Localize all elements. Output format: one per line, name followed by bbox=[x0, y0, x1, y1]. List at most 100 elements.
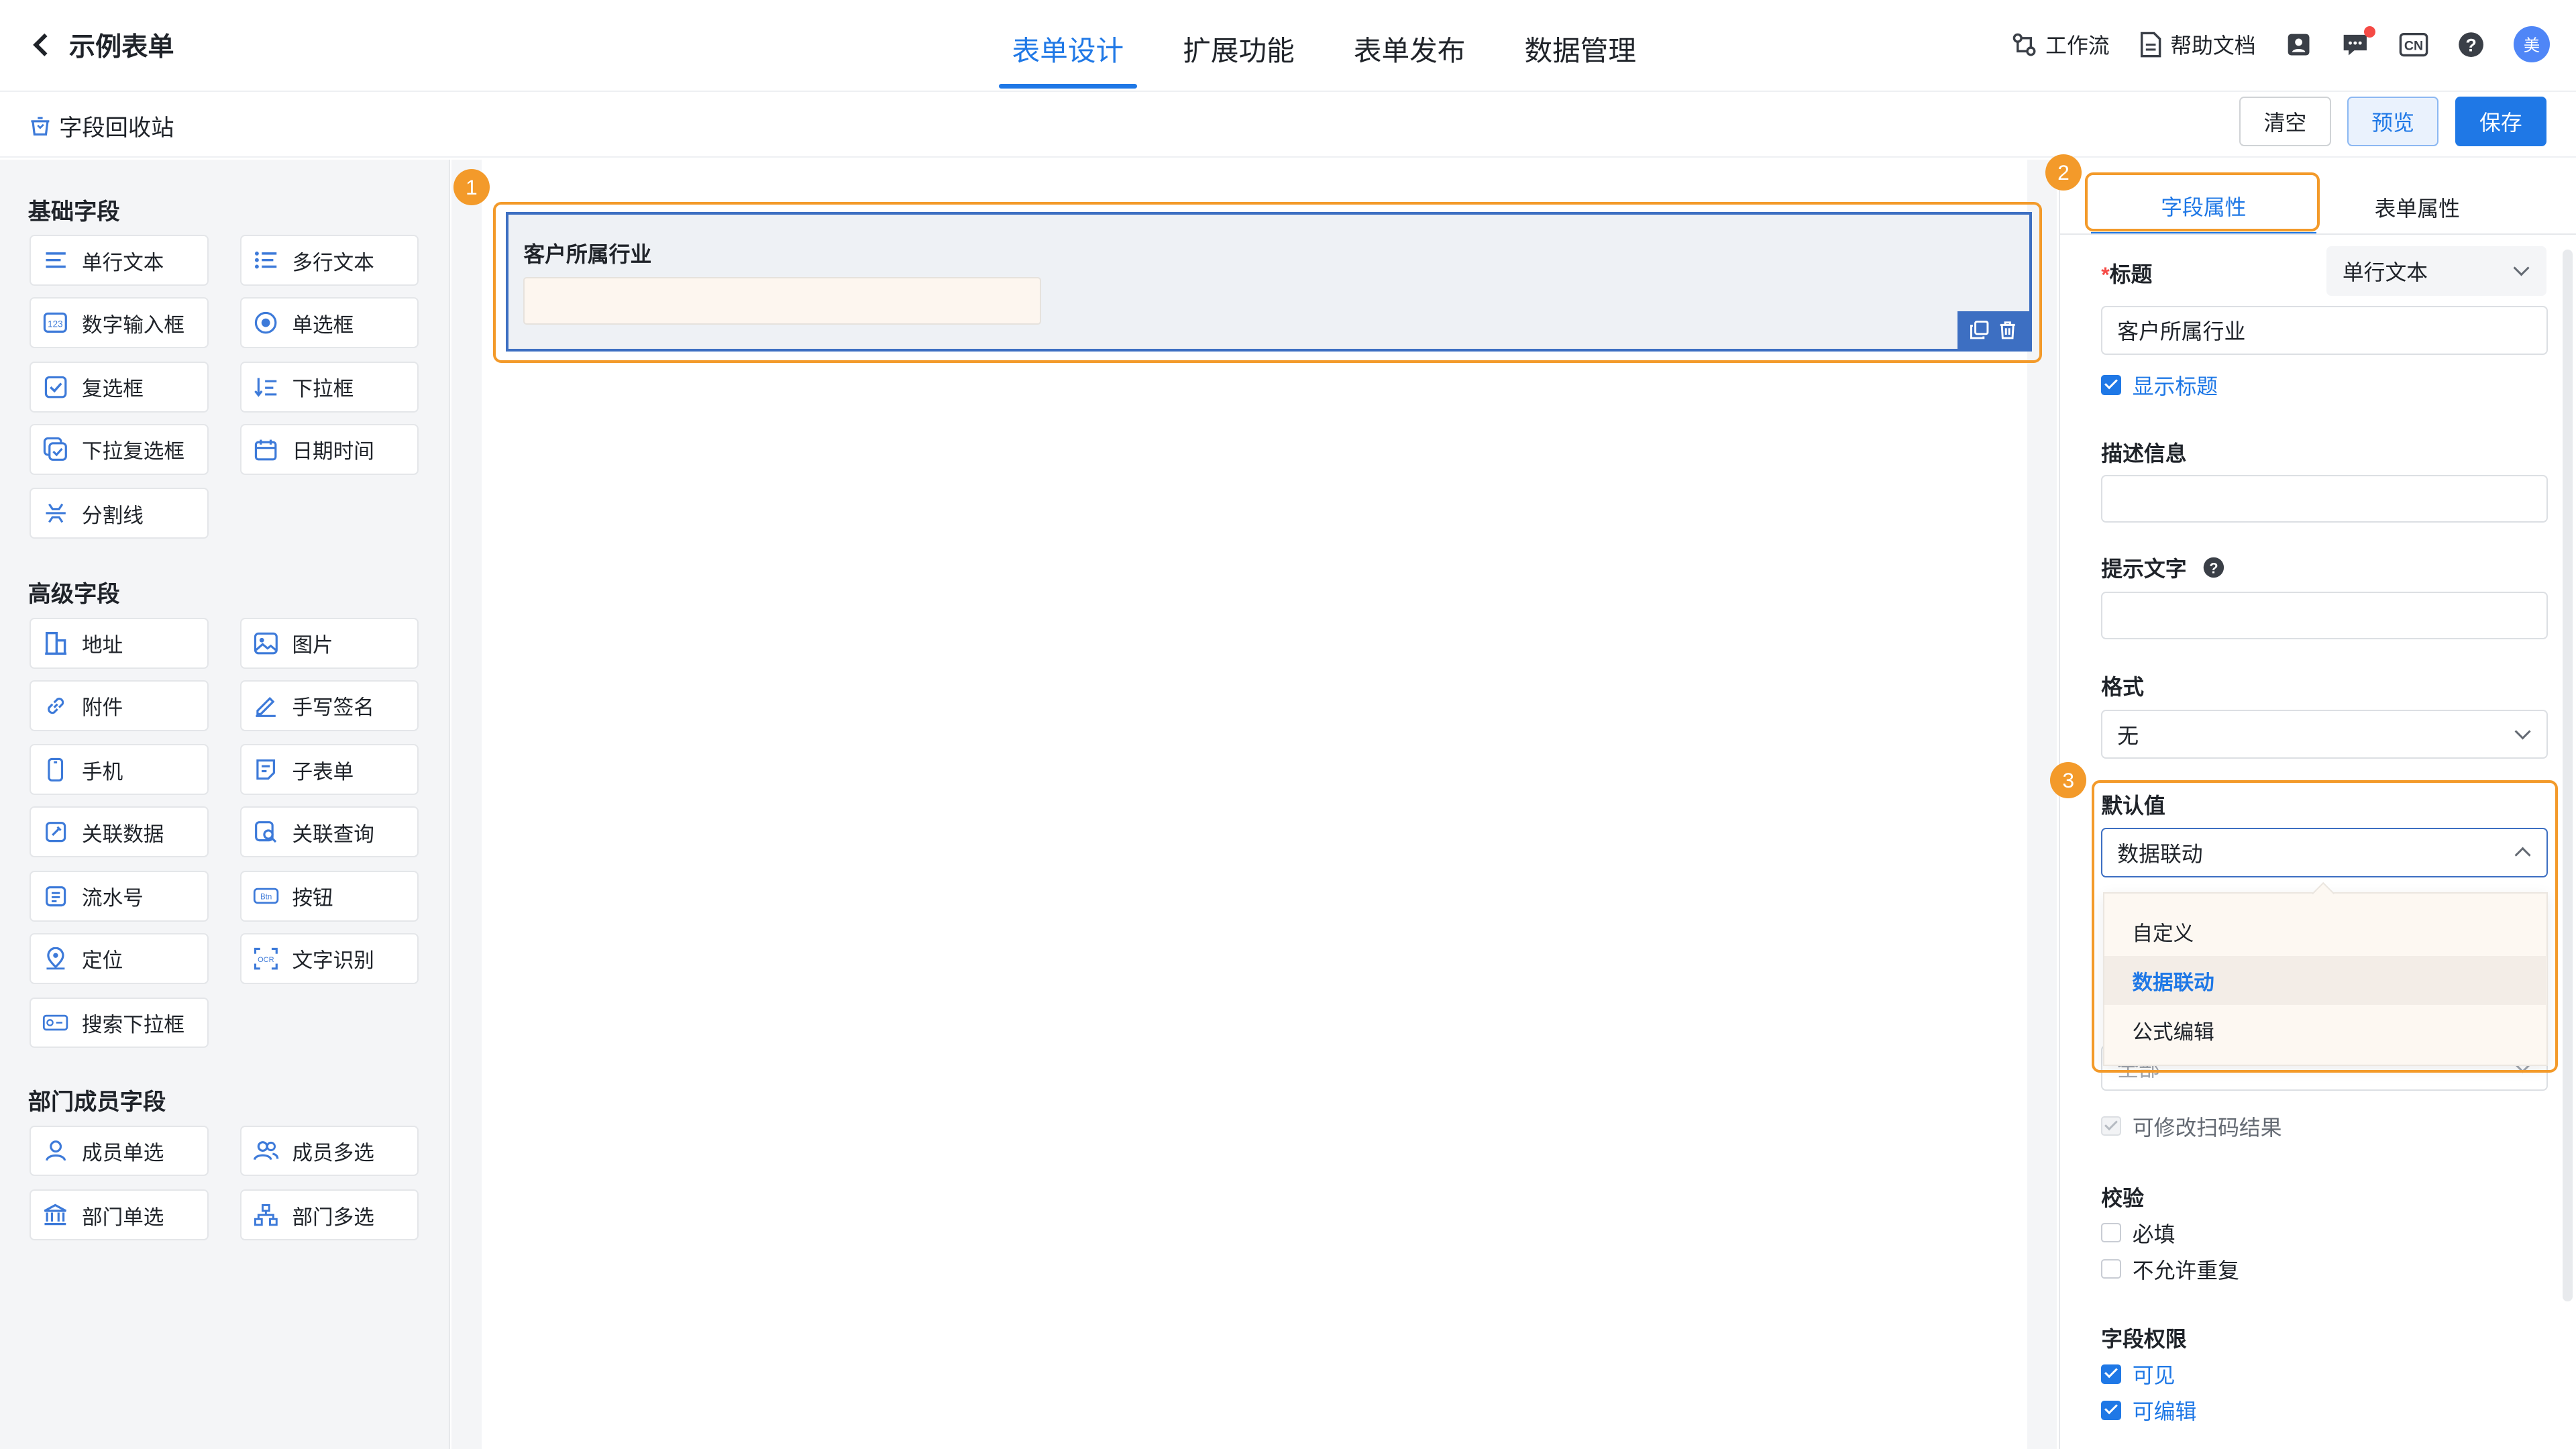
field-label: 文字识别 bbox=[292, 949, 374, 973]
tab-form-properties[interactable]: 表单属性 bbox=[2306, 179, 2528, 235]
language-icon[interactable]: CN bbox=[2399, 32, 2428, 58]
field-single-line-text[interactable]: 单行文本 bbox=[30, 235, 209, 286]
field-attachment[interactable]: 附件 bbox=[30, 680, 209, 731]
title-label-text: 标题 bbox=[2109, 262, 2153, 287]
field-image[interactable]: 图片 bbox=[239, 617, 419, 669]
field-location[interactable]: 定位 bbox=[30, 933, 209, 984]
button-icon: Btn bbox=[253, 883, 279, 909]
visible-checkbox[interactable]: 可见 bbox=[2101, 1358, 2175, 1389]
option-data-linkage[interactable]: 数据联动 bbox=[2104, 955, 2546, 1006]
title-input-value: 客户所属行业 bbox=[2117, 319, 2246, 344]
field-label: 单选框 bbox=[292, 313, 354, 337]
radio-icon bbox=[253, 310, 279, 336]
field-checkbox[interactable]: 复选框 bbox=[30, 361, 209, 413]
number-icon: 123 bbox=[42, 310, 68, 336]
option-custom[interactable]: 自定义 bbox=[2104, 906, 2546, 955]
tab-field-properties[interactable]: 字段属性 bbox=[2091, 179, 2316, 235]
field-dept-single[interactable]: 部门单选 bbox=[30, 1189, 209, 1240]
field-datetime[interactable]: 日期时间 bbox=[239, 423, 419, 475]
help-docs-link[interactable]: 帮助文档 bbox=[2139, 29, 2256, 60]
delete-icon[interactable] bbox=[1998, 320, 2017, 339]
title-input[interactable]: 客户所属行业 bbox=[2101, 305, 2548, 355]
field-recycle-bin[interactable]: 字段回收站 bbox=[30, 109, 174, 142]
field-number-input[interactable]: 123 数字输入框 bbox=[30, 297, 209, 349]
main-tabs: 表单设计 扩展功能 表单发布 数据管理 bbox=[985, 0, 1669, 92]
editable-checkbox[interactable]: 可编辑 bbox=[2101, 1395, 2196, 1426]
field-radio[interactable]: 单选框 bbox=[239, 297, 419, 349]
field-ocr[interactable]: OCR 文字识别 bbox=[239, 933, 419, 984]
back-button[interactable]: 示例表单 bbox=[30, 26, 174, 64]
recycle-icon bbox=[30, 115, 51, 136]
validation-label: 校验 bbox=[2101, 1185, 2144, 1210]
hint-label: 提示文字 bbox=[2101, 556, 2187, 581]
chevron-up-icon bbox=[2514, 847, 2532, 863]
field-search-dropdown[interactable]: 搜索下拉框 bbox=[30, 997, 209, 1049]
pen-icon bbox=[253, 692, 279, 718]
no-duplicate-label: 不允许重复 bbox=[2132, 1258, 2239, 1283]
field-divider[interactable]: 分割线 bbox=[30, 488, 209, 539]
calendar-icon bbox=[253, 436, 279, 462]
show-title-checkbox[interactable]: 显示标题 bbox=[2101, 370, 2218, 400]
list-icon bbox=[253, 248, 279, 274]
tab-form-design[interactable]: 表单设计 bbox=[985, 0, 1150, 92]
format-select[interactable]: 无 bbox=[2101, 709, 2548, 759]
field-label: 搜索下拉框 bbox=[81, 1013, 185, 1036]
preview-button[interactable]: 预览 bbox=[2347, 97, 2439, 146]
clear-button[interactable]: 清空 bbox=[2239, 97, 2331, 146]
hint-input[interactable] bbox=[2101, 591, 2548, 639]
marker-1: 1 bbox=[453, 169, 490, 206]
field-dropdown[interactable]: 下拉框 bbox=[239, 361, 419, 413]
field-palette: 基础字段 高级字段 部门成员字段 bbox=[0, 159, 451, 1449]
field-member-single[interactable]: 成员单选 bbox=[30, 1125, 209, 1177]
field-multi-line-text[interactable]: 多行文本 bbox=[239, 235, 419, 286]
user-avatar[interactable]: 美 bbox=[2513, 26, 2550, 63]
description-input[interactable] bbox=[2101, 474, 2548, 523]
field-related-query[interactable]: 关联查询 bbox=[239, 806, 419, 858]
messages-icon[interactable] bbox=[2341, 26, 2376, 58]
field-member-multi[interactable]: 成员多选 bbox=[239, 1125, 419, 1177]
field-label: 地址 bbox=[81, 634, 123, 657]
scan-edit-checkbox[interactable]: 可修改扫码结果 bbox=[2101, 1111, 2282, 1142]
field-card-input[interactable] bbox=[523, 276, 1041, 325]
field-serial-number[interactable]: 流水号 bbox=[30, 870, 209, 922]
tab-data-management[interactable]: 数据管理 bbox=[1498, 0, 1662, 92]
no-duplicate-checkbox[interactable]: 不允许重复 bbox=[2101, 1254, 2239, 1285]
field-dept-multi[interactable]: 部门多选 bbox=[239, 1189, 419, 1240]
field-signature[interactable]: 手写签名 bbox=[239, 680, 419, 731]
field-subform[interactable]: 子表单 bbox=[239, 744, 419, 796]
field-label: 流水号 bbox=[81, 887, 144, 910]
field-related-data[interactable]: 关联数据 bbox=[30, 806, 209, 858]
field-label: 子表单 bbox=[292, 760, 354, 784]
scrollbar[interactable] bbox=[2563, 250, 2573, 1301]
required-label: 必填 bbox=[2132, 1222, 2176, 1246]
user-icon bbox=[42, 1138, 68, 1164]
default-value-select[interactable]: 数据联动 bbox=[2101, 828, 2548, 877]
field-button[interactable]: Btn 按钮 bbox=[239, 870, 419, 922]
help-icon[interactable]: ? bbox=[2458, 32, 2484, 58]
field-label: 数字输入框 bbox=[81, 313, 185, 337]
selected-field-card[interactable]: 客户所属行业 bbox=[506, 211, 2033, 352]
tab-extensions[interactable]: 扩展功能 bbox=[1157, 0, 1321, 92]
field-multi-dropdown[interactable]: 下拉复选框 bbox=[30, 423, 209, 475]
required-checkbox[interactable]: 必填 bbox=[2101, 1218, 2175, 1248]
form-canvas bbox=[451, 159, 2057, 1449]
tab-publish[interactable]: 表单发布 bbox=[1328, 0, 1492, 92]
document-icon bbox=[2139, 32, 2162, 58]
advanced-fields-title: 高级字段 bbox=[28, 582, 120, 608]
toolbar: 字段回收站 清空 预览 保存 bbox=[0, 92, 2576, 158]
svg-text:CN: CN bbox=[2404, 38, 2422, 53]
default-value-current: 数据联动 bbox=[2117, 842, 2203, 867]
field-label: 多行文本 bbox=[292, 251, 374, 274]
checkbox-empty-icon bbox=[2101, 1258, 2121, 1279]
contacts-icon[interactable] bbox=[2286, 32, 2312, 58]
app-title: 示例表单 bbox=[68, 33, 174, 62]
help-circle-icon[interactable]: ? bbox=[2203, 557, 2224, 578]
field-phone[interactable]: 手机 bbox=[30, 744, 209, 796]
sort-down-icon bbox=[253, 374, 279, 400]
option-formula[interactable]: 公式编辑 bbox=[2104, 1005, 2546, 1054]
field-type-select[interactable]: 单行文本 bbox=[2326, 246, 2546, 296]
copy-icon[interactable] bbox=[1970, 320, 1989, 339]
workflow-link[interactable]: 工作流 bbox=[2011, 29, 2110, 60]
field-address[interactable]: 地址 bbox=[30, 617, 209, 669]
save-button[interactable]: 保存 bbox=[2455, 97, 2546, 146]
